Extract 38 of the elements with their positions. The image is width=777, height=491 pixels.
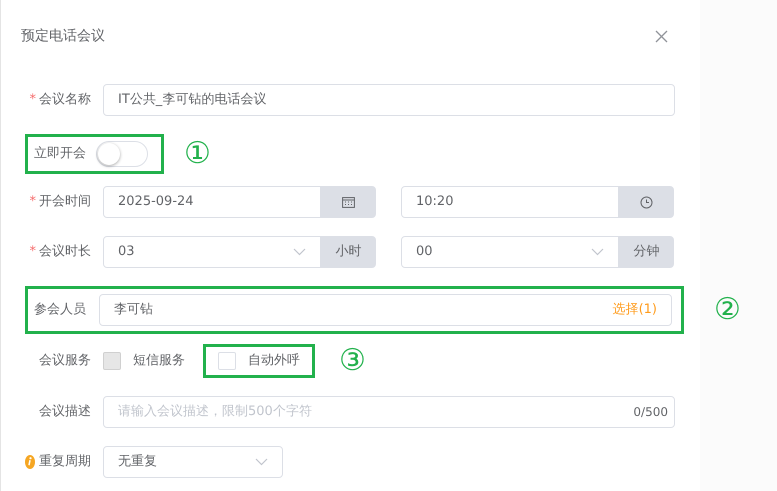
checkbox-label: 短信服务 (133, 352, 185, 370)
character-counter: 0/500 (633, 404, 668, 420)
checkbox-label: 自动外呼 (248, 352, 300, 370)
required-asterisk: * (30, 243, 36, 262)
field-label: 重复周期 (39, 452, 91, 471)
field-label: 会议名称 (39, 91, 91, 110)
required-asterisk: * (30, 91, 36, 110)
calendar-icon[interactable] (342, 196, 355, 208)
callout-number: ③ (339, 346, 366, 376)
field-label: 会议描述 (39, 402, 91, 421)
members-field[interactable]: 李可钻 选择(1) (99, 294, 672, 326)
description-field[interactable]: 请输入会议描述，限制500个字符 0/500 (103, 396, 675, 428)
member-name: 李可钻 (114, 301, 153, 320)
time-field[interactable]: 10:20 (401, 186, 619, 218)
minutes-unit: 分钟 (619, 236, 674, 268)
field-label: 会议时长 (39, 243, 91, 262)
callout-number: ① (184, 139, 211, 169)
caret-icon (591, 248, 604, 256)
clock-icon[interactable] (640, 196, 653, 208)
minutes-select[interactable]: 00 (401, 236, 619, 268)
field-label: 参会人员 (34, 301, 86, 320)
field-label: 立即开会 (34, 145, 86, 164)
dialog-title: 预定电话会议 (21, 26, 105, 46)
callout-number: ② (714, 295, 741, 325)
hours-select[interactable]: 03 (103, 236, 321, 268)
close-icon[interactable] (655, 30, 668, 42)
caret-icon (293, 248, 306, 256)
placeholder-text: 请输入会议描述，限制500个字符 (118, 402, 312, 421)
date-field[interactable]: 2025-09-24 (103, 186, 321, 218)
toggle-switch[interactable] (96, 141, 148, 167)
caret-icon (255, 458, 268, 466)
field-label: 开会时间 (39, 193, 91, 212)
hours-unit: 小时 (321, 236, 376, 268)
field-label: 会议服务 (39, 352, 91, 370)
required-asterisk: * (30, 193, 36, 212)
text-field[interactable]: IT公共_李可钻的电话会议 (103, 84, 675, 116)
repeat-select[interactable]: 无重复 (103, 446, 283, 478)
checkbox[interactable] (218, 352, 236, 370)
